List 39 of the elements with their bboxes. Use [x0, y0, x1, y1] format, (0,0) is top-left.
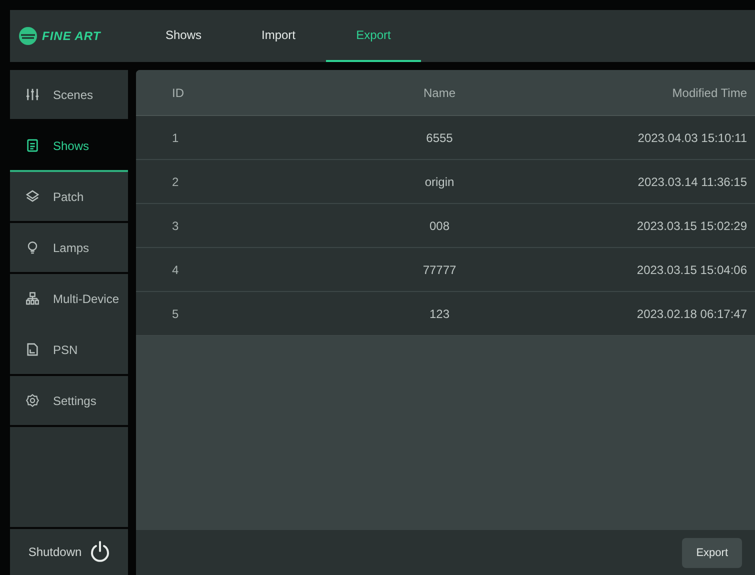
sidebar-item[interactable]: Settings: [10, 376, 128, 427]
table-cell-text: 5: [172, 306, 180, 320]
sidebar-item[interactable]: Lamps: [10, 223, 128, 274]
sidebar-item[interactable]: Multi-Device: [10, 274, 128, 325]
column-header: Modified Time: [671, 86, 747, 100]
tab[interactable]: Export: [326, 10, 421, 62]
table-cell-text: 2023.04.03 15:10:11: [636, 130, 747, 144]
logo-text: FINE ART: [42, 29, 101, 43]
logo-icon: [18, 26, 38, 46]
table-cell-text: 123: [428, 306, 451, 320]
table-cell-text: 4: [172, 262, 180, 276]
bulb-icon: [26, 241, 39, 254]
table-cell-text: 1: [172, 130, 180, 144]
network-icon: [26, 292, 39, 305]
table-cell-text: origin: [424, 174, 456, 188]
column-header: Name: [422, 86, 456, 100]
table-cell-text: 2023.02.18 06:17:47: [636, 306, 747, 320]
table-cell-text: 77777: [422, 262, 458, 276]
sliders-icon: [26, 88, 39, 101]
table-cell-text: 3: [172, 218, 180, 232]
sidebar-item[interactable]: PSN: [10, 325, 128, 376]
table-cell-text: 2023.03.15 15:02:29: [636, 218, 747, 232]
power-icon: [90, 541, 110, 563]
file-icon: [26, 343, 39, 356]
table-cell-text: 2023.03.15 15:04:06: [636, 262, 747, 276]
layers-icon: [26, 190, 39, 203]
table-cell-text: 2023.03.14 11:36:15: [636, 174, 747, 188]
tab[interactable]: Shows: [136, 10, 231, 62]
column-header: ID: [172, 86, 185, 100]
export-button[interactable]: Export: [682, 538, 742, 568]
table-cell-text: 6555: [425, 130, 454, 144]
sidebar-item[interactable]: Scenes: [10, 70, 128, 121]
tab[interactable]: Import: [231, 10, 326, 62]
table-cell-text: 2: [172, 174, 180, 188]
document-icon: [26, 139, 39, 152]
gear-icon: [26, 394, 39, 407]
table-cell-text: 008: [428, 218, 451, 232]
sidebar-item[interactable]: Patch: [10, 172, 128, 223]
shutdown-button[interactable]: Shutdown: [10, 529, 128, 575]
